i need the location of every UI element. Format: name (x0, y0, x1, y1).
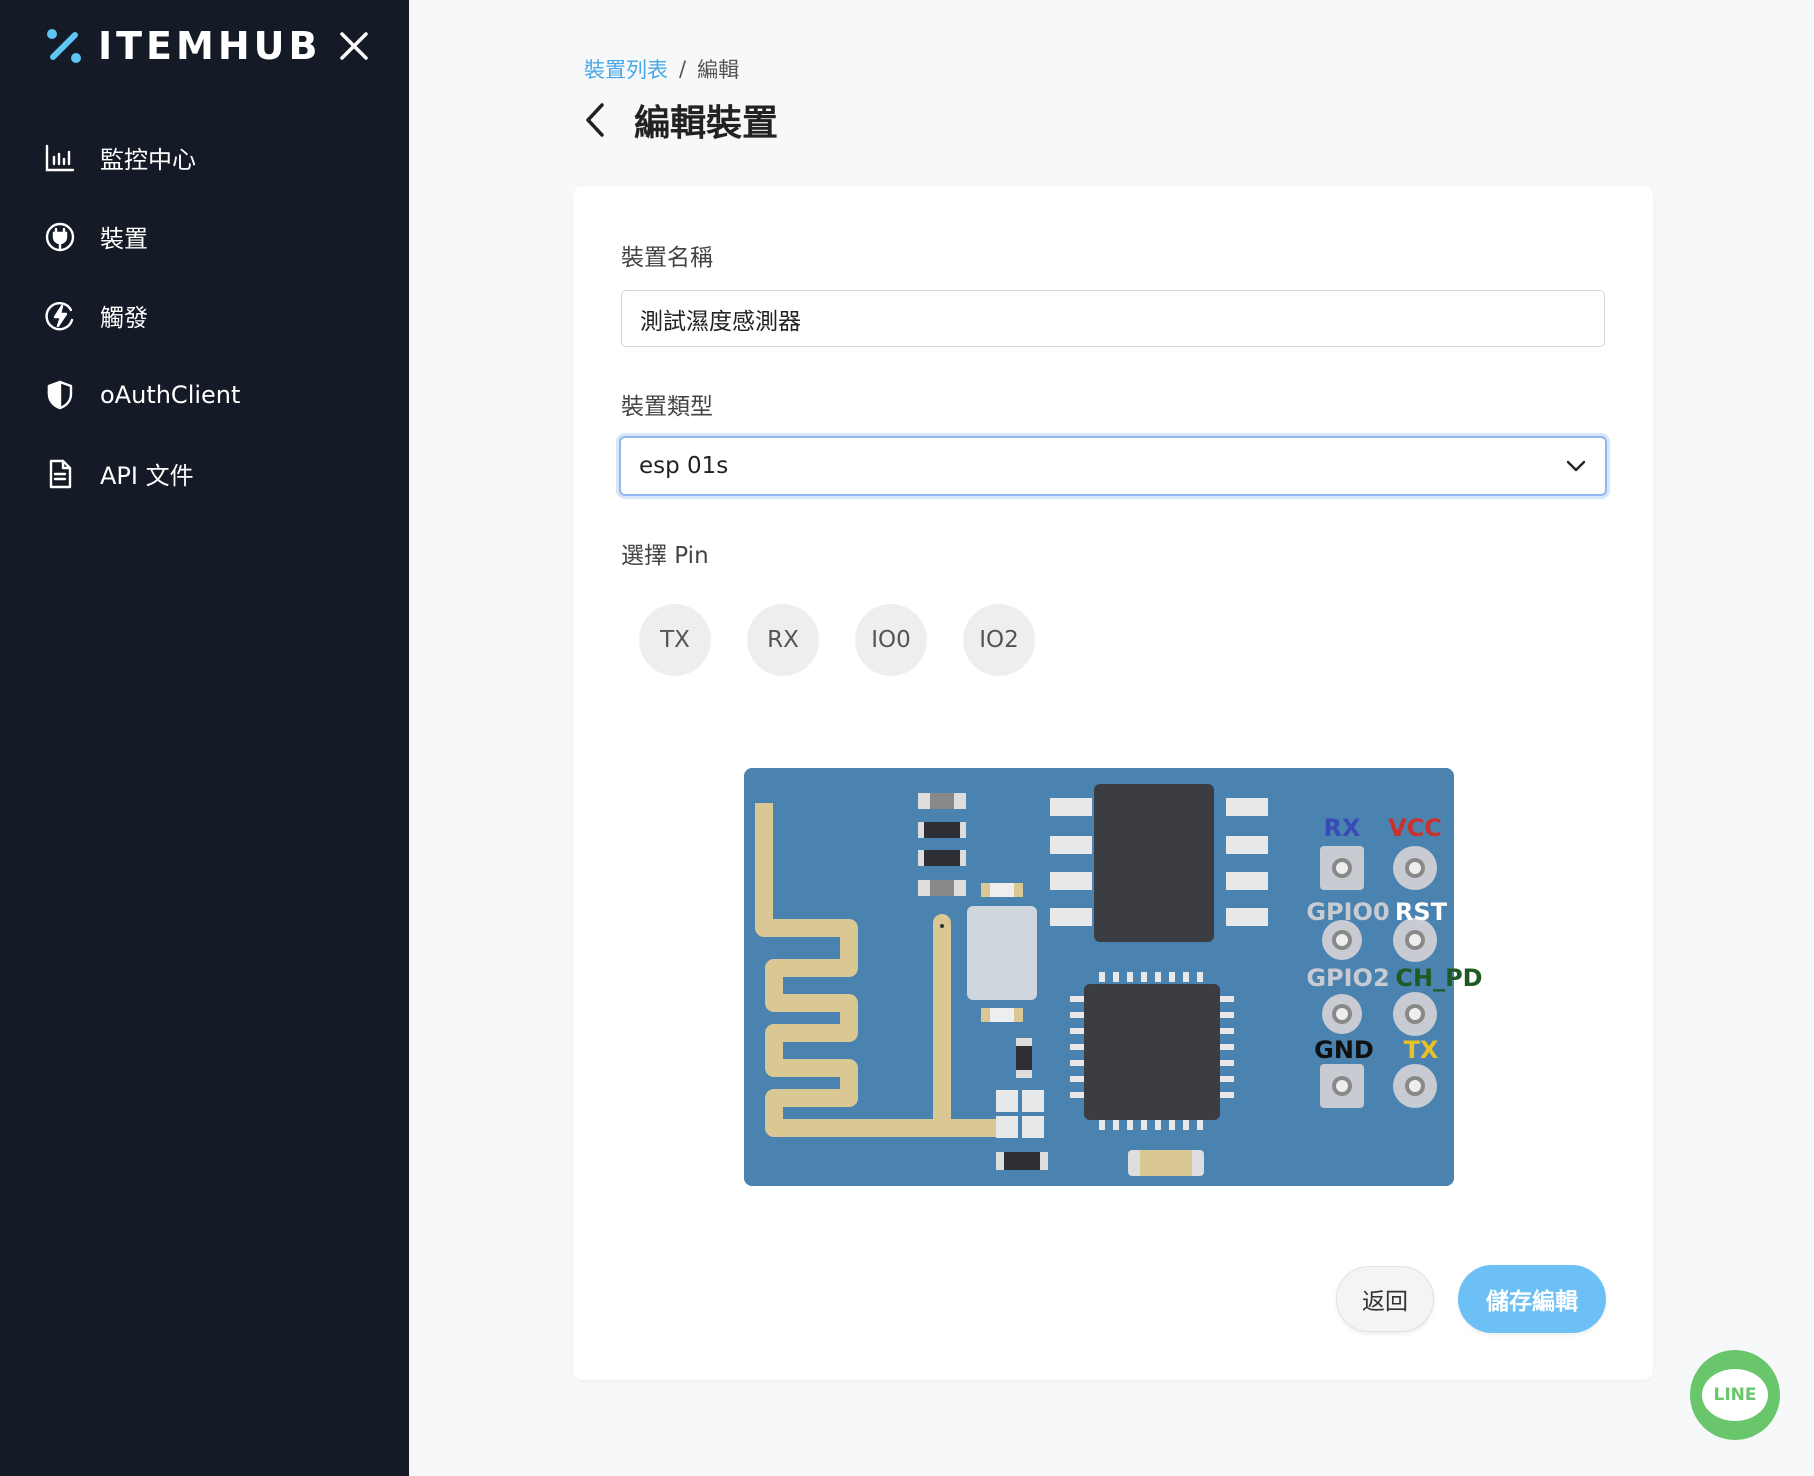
shield-icon (47, 380, 73, 409)
line-label: LINE (1713, 1385, 1757, 1405)
chevron-left-icon[interactable] (580, 99, 610, 141)
pin-option-tx[interactable]: TX (639, 604, 711, 676)
chart-bar-icon (45, 144, 75, 171)
pin-label-gpio0: GPIO0 (1306, 898, 1389, 926)
brand-name: ITEMHUB (98, 24, 322, 68)
pin-label-vcc: VCC (1388, 814, 1442, 842)
main-chip (1070, 972, 1234, 1130)
line-icon: LINE (1702, 1369, 1768, 1421)
edit-device-card: 裝置名稱 裝置類型 esp 01s 選擇 Pin TX RX IO0 IO2 (573, 186, 1653, 1380)
sidebar-item-label: 裝置 (100, 225, 148, 253)
sidebar-item-label: API 文件 (100, 462, 194, 490)
pin-label-tx: TX (1404, 1036, 1439, 1064)
device-type-value: esp 01s (639, 453, 729, 479)
sidebar: ITEMHUB 監控中心 裝置 觸發 oAuthClient API 文件 (0, 0, 409, 1476)
chevron-down-icon (1566, 460, 1586, 472)
breadcrumb: 裝置列表 / 編輯 (584, 54, 739, 84)
close-sidebar-icon[interactable] (336, 28, 372, 64)
plug-icon (45, 222, 75, 251)
sidebar-item-label: 觸發 (100, 304, 148, 332)
sidebar-item-triggers[interactable]: 觸發 (0, 276, 409, 355)
pin-label-rx: RX (1324, 814, 1361, 842)
sidebar-nav: 監控中心 裝置 觸發 oAuthClient API 文件 (0, 118, 409, 513)
antenna-dot (940, 924, 944, 928)
pin-label-gnd: GND (1314, 1036, 1374, 1064)
breadcrumb-current: 編輯 (697, 58, 740, 82)
pin-label-rst: RST (1395, 898, 1448, 926)
pin-option-io0[interactable]: IO0 (855, 604, 927, 676)
back-button[interactable]: 返回 (1336, 1266, 1434, 1332)
device-type-label: 裝置類型 (621, 394, 713, 420)
sidebar-item-oauth[interactable]: oAuthClient (0, 355, 409, 434)
page-title: 編輯裝置 (634, 103, 779, 144)
esp01s-board-diagram: RX VCC GPIO0 RST GPIO2 CH_PD GND TX (744, 768, 1483, 1186)
sidebar-item-label: oAuthClient (100, 380, 241, 409)
sidebar-item-api-docs[interactable]: API 文件 (0, 434, 409, 513)
device-type-select[interactable]: esp 01s (619, 436, 1607, 496)
line-chat-button[interactable]: LINE (1690, 1350, 1780, 1440)
device-name-input[interactable] (621, 290, 1605, 347)
sidebar-item-dashboard[interactable]: 監控中心 (0, 118, 409, 197)
sidebar-item-label: 監控中心 (100, 146, 196, 174)
breadcrumb-device-list-link[interactable]: 裝置列表 (584, 54, 668, 84)
document-icon (49, 459, 72, 488)
pin-options: TX RX IO0 IO2 (639, 604, 1071, 676)
title-row: 編輯裝置 (580, 94, 778, 146)
breadcrumb-separator: / (679, 57, 687, 81)
pin-option-io2[interactable]: IO2 (963, 604, 1035, 676)
save-button[interactable]: 儲存編輯 (1458, 1265, 1606, 1333)
pin-option-rx[interactable]: RX (747, 604, 819, 676)
pin-label-ch-pd: CH_PD (1395, 964, 1482, 992)
device-name-label: 裝置名稱 (621, 245, 713, 271)
lightning-icon (45, 301, 74, 330)
brand-logo[interactable]: ITEMHUB (44, 22, 321, 70)
itemhub-logo-icon (47, 29, 81, 63)
pin-label-gpio2: GPIO2 (1306, 964, 1389, 992)
sidebar-item-devices[interactable]: 裝置 (0, 197, 409, 276)
pin-select-label: 選擇 Pin (621, 543, 709, 569)
